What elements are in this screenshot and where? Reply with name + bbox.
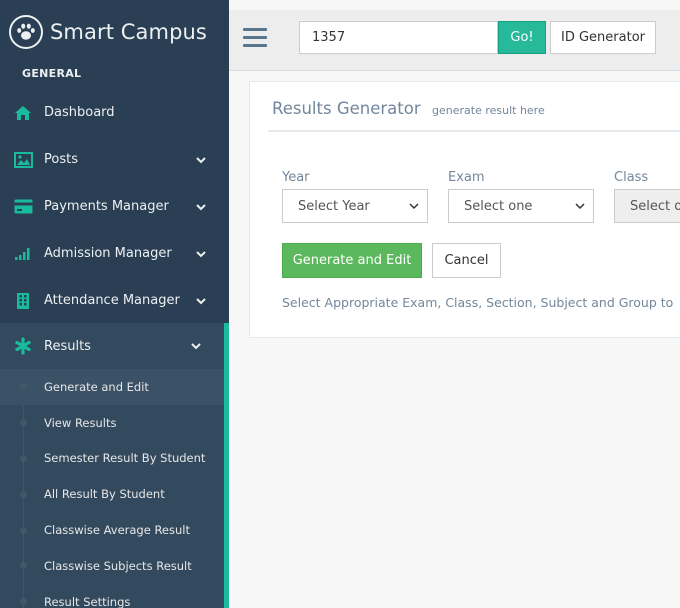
bullet-dot <box>20 419 27 427</box>
results-submenu: Generate and Edit View Results Semester … <box>0 369 224 608</box>
bullet-dot <box>20 490 27 498</box>
class-select-value: Select o <box>630 198 680 214</box>
panel-subtitle: generate result here <box>432 104 545 117</box>
chevron-down-icon <box>409 203 419 210</box>
chevron-down-icon <box>196 156 206 163</box>
results-menu-block: Results Generate and Edit View Results S… <box>0 323 229 608</box>
submenu-item-label: Semester Result By Student <box>44 451 206 466</box>
submenu-item-label: Result Settings <box>44 594 131 608</box>
generate-and-edit-button[interactable]: Generate and Edit <box>282 243 422 278</box>
go-button[interactable]: Go! <box>498 21 546 54</box>
exam-select[interactable]: Select one <box>448 189 594 223</box>
menu-toggle-icon[interactable] <box>243 28 267 50</box>
sidebar-item-label: Results <box>44 338 91 354</box>
sidebar-item-posts[interactable]: Posts <box>0 136 229 183</box>
year-label: Year <box>282 170 310 185</box>
image-icon <box>13 150 33 170</box>
submenu-item-label: Generate and Edit <box>44 379 149 394</box>
signal-bars-icon <box>13 244 33 264</box>
submenu-item-semester-result-by-student[interactable]: Semester Result By Student <box>0 441 224 477</box>
sidebar-item-payments-manager[interactable]: Payments Manager <box>0 183 229 230</box>
class-label: Class <box>614 170 649 185</box>
submenu-item-label: View Results <box>44 415 117 430</box>
chevron-down-icon <box>196 203 206 210</box>
submenu-item-generate-and-edit[interactable]: Generate and Edit <box>0 369 224 405</box>
sidebar-item-results[interactable]: Results <box>0 323 224 369</box>
sidebar-item-dashboard[interactable]: Dashboard <box>0 89 229 136</box>
submenu-item-all-result-by-student[interactable]: All Result By Student <box>0 476 224 512</box>
year-select-value: Select Year <box>298 198 370 214</box>
sidebar: Smart Campus GENERAL Dashboard Posts Pay… <box>0 0 229 608</box>
section-title: GENERAL <box>22 67 82 80</box>
chevron-down-icon <box>575 203 585 210</box>
sidebar-item-label: Posts <box>44 152 78 167</box>
chevron-down-icon <box>196 250 206 257</box>
brand-title: Smart Campus <box>50 20 207 44</box>
credit-card-icon <box>13 197 33 217</box>
sidebar-item-label: Payments Manager <box>44 199 169 214</box>
sidebar-item-attendance-manager[interactable]: Attendance Manager <box>0 277 229 324</box>
sidebar-item-label: Dashboard <box>44 105 115 120</box>
chevron-down-icon <box>191 343 201 350</box>
bullet-dot <box>20 454 27 462</box>
submenu-item-label: All Result By Student <box>44 487 165 502</box>
building-icon <box>13 291 33 311</box>
search-input[interactable] <box>299 21 498 54</box>
exam-select-value: Select one <box>464 198 533 214</box>
class-select[interactable]: Select o <box>614 189 680 223</box>
divider <box>268 130 680 132</box>
bullet-dot <box>20 383 27 391</box>
submenu-item-label: Classwise Subjects Result <box>44 558 192 573</box>
id-generator-button[interactable]: ID Generator <box>550 21 656 54</box>
chevron-down-icon <box>196 297 206 304</box>
bullet-dot <box>20 562 27 570</box>
sidebar-item-admission-manager[interactable]: Admission Manager <box>0 230 229 277</box>
year-select[interactable]: Select Year <box>282 189 428 223</box>
results-generator-panel: Results Generator generate result here Y… <box>249 81 680 338</box>
submenu-item-classwise-subjects-result[interactable]: Classwise Subjects Result <box>0 548 224 584</box>
submenu-item-classwise-average-result[interactable]: Classwise Average Result <box>0 512 224 548</box>
help-text: Select Appropriate Exam, Class, Section,… <box>282 295 674 310</box>
submenu-item-view-results[interactable]: View Results <box>0 405 224 441</box>
top-bar: Go! ID Generator <box>229 10 680 71</box>
submenu-item-label: Classwise Average Result <box>44 523 190 538</box>
submenu-item-result-settings[interactable]: Result Settings <box>0 584 224 608</box>
bullet-dot <box>20 526 27 534</box>
paw-icon <box>9 15 43 49</box>
cancel-button[interactable]: Cancel <box>432 243 501 278</box>
brand[interactable]: Smart Campus <box>0 0 229 64</box>
asterisk-icon <box>13 336 33 356</box>
sidebar-item-label: Attendance Manager <box>44 293 180 308</box>
exam-label: Exam <box>448 170 485 185</box>
home-icon <box>13 103 33 123</box>
bullet-dot <box>20 598 27 606</box>
panel-title: Results Generator <box>272 99 421 118</box>
sidebar-item-label: Admission Manager <box>44 246 172 261</box>
